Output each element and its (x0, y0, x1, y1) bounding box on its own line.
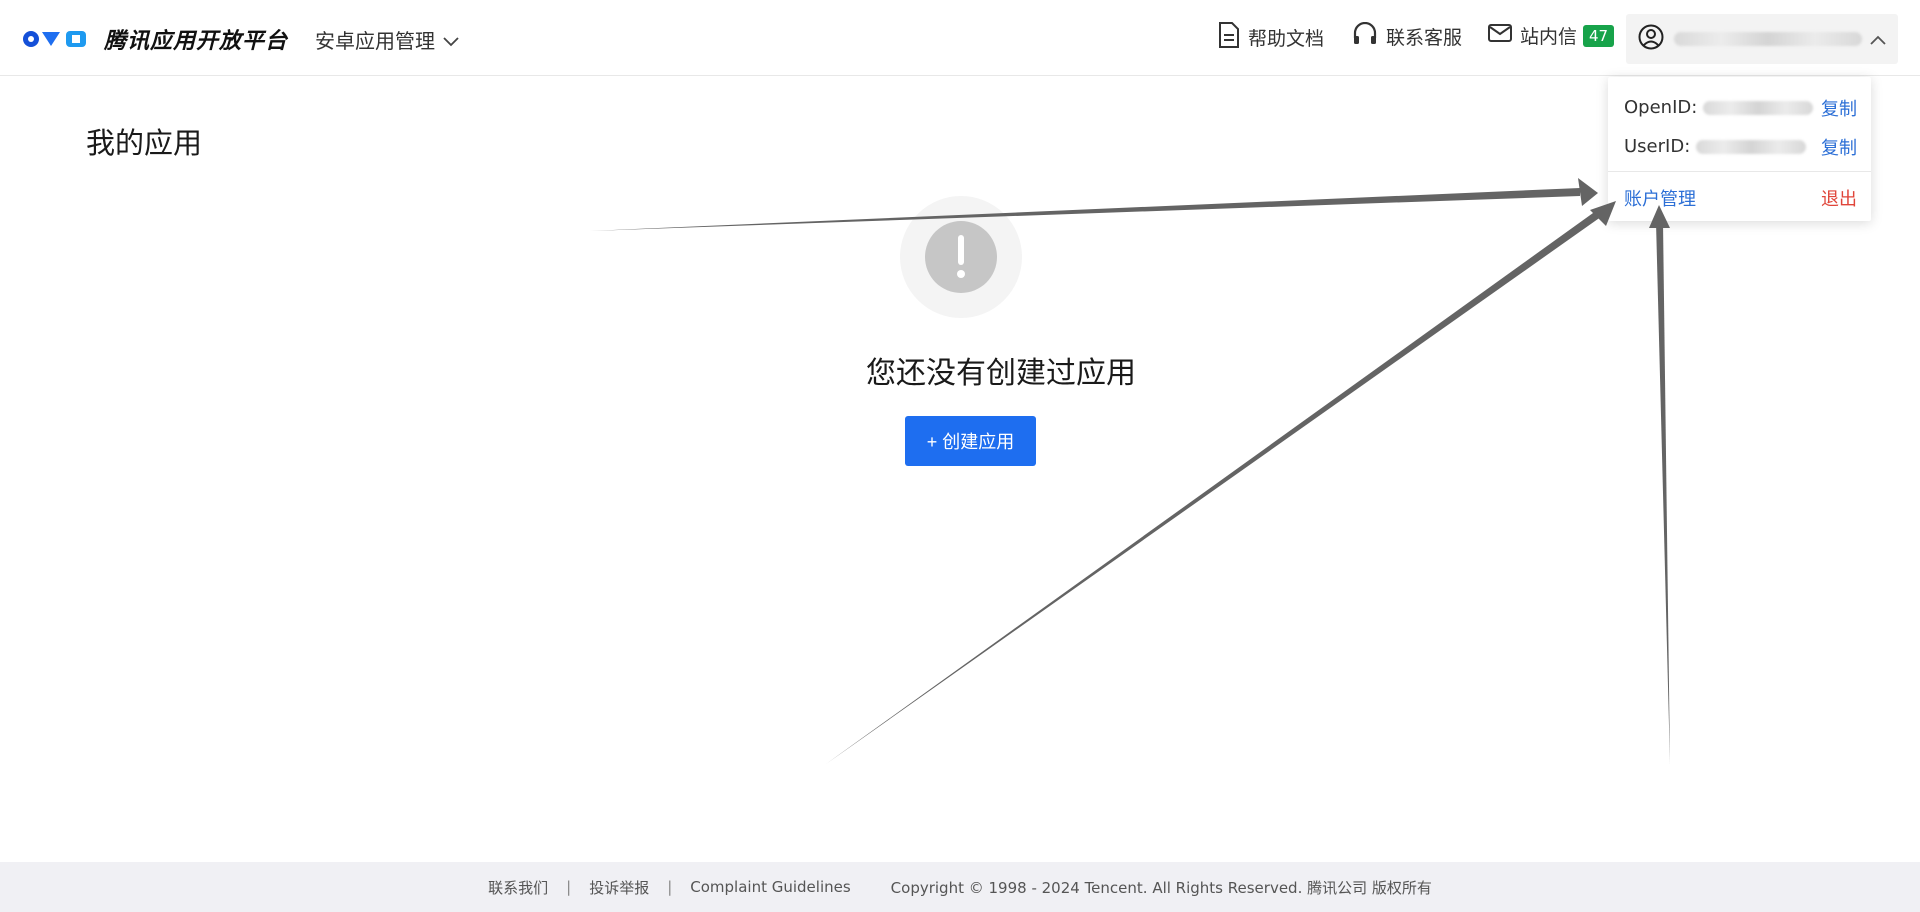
footer: 联系我们 | 投诉举报 | Complaint Guidelines Copyr… (0, 862, 1920, 912)
inbox-count-badge: 47 (1583, 24, 1615, 47)
footer-separator: | (667, 878, 673, 896)
brand-logo-icon (22, 22, 94, 56)
userid-value-redacted (1696, 139, 1807, 154)
top-navbar: 腾讯应用开放平台 安卓应用管理 帮助文档 联系客服 站内信 47 (0, 0, 1920, 76)
footer-guidelines-link[interactable]: Complaint Guidelines (690, 878, 850, 896)
document-icon (1218, 22, 1248, 53)
headset-icon (1352, 21, 1386, 51)
user-menu: OpenID: 复制 UserID: 复制 账户管理 退出 (1608, 77, 1871, 221)
openid-label: OpenID: (1624, 97, 1698, 118)
empty-state-icon (900, 196, 1022, 318)
app-type-label: 安卓应用管理 (315, 29, 435, 53)
openid-row: OpenID: 复制 (1624, 95, 1857, 121)
username-redacted (1674, 32, 1862, 46)
empty-state-text-wrap: 您还没有创建过应用 (0, 348, 1920, 392)
inbox-link[interactable]: 站内信 47 (1488, 22, 1615, 49)
account-manage-link[interactable]: 账户管理 (1624, 185, 1696, 211)
inbox-label: 站内信 (1520, 26, 1578, 48)
annotation-arrow-1 (590, 188, 1580, 231)
annotation-arrow-3 (1656, 222, 1670, 764)
footer-contact-link[interactable]: 联系我们 (488, 877, 548, 898)
brand[interactable]: 腾讯应用开放平台 (22, 22, 288, 56)
exclamation-icon (925, 221, 997, 293)
logout-button[interactable]: 退出 (1821, 185, 1857, 211)
page-title: 我的应用 (86, 126, 203, 160)
copy-userid-button[interactable]: 复制 (1821, 134, 1857, 160)
user-avatar-icon (1638, 24, 1664, 54)
annotation-arrow-head-1 (1578, 178, 1598, 206)
userid-label: UserID: (1624, 136, 1691, 157)
brand-name: 腾讯应用开放平台 (104, 29, 289, 54)
empty-state-text: 您还没有创建过应用 (866, 356, 1136, 391)
create-app-button[interactable]: + 创建应用 (905, 416, 1036, 466)
copy-openid-button[interactable]: 复制 (1821, 95, 1857, 121)
menu-divider (1608, 171, 1871, 172)
chevron-down-icon (443, 28, 459, 52)
help-docs-label: 帮助文档 (1248, 28, 1325, 50)
help-docs-link[interactable]: 帮助文档 (1218, 22, 1324, 53)
mail-icon (1488, 24, 1520, 47)
footer-separator: | (566, 878, 572, 896)
footer-report-link[interactable]: 投诉举报 (589, 877, 649, 898)
contact-support-label: 联系客服 (1386, 27, 1463, 49)
user-account-dropdown[interactable] (1626, 14, 1898, 64)
userid-row: UserID: 复制 (1624, 134, 1857, 160)
openid-value-redacted (1703, 100, 1814, 115)
app-type-dropdown[interactable]: 安卓应用管理 (315, 25, 459, 54)
footer-copyright: Copyright © 1998 - 2024 Tencent. All Rig… (890, 878, 1432, 897)
account-actions-row: 账户管理 退出 (1624, 185, 1857, 211)
contact-support-link[interactable]: 联系客服 (1352, 21, 1463, 51)
chevron-up-icon (1870, 30, 1886, 49)
